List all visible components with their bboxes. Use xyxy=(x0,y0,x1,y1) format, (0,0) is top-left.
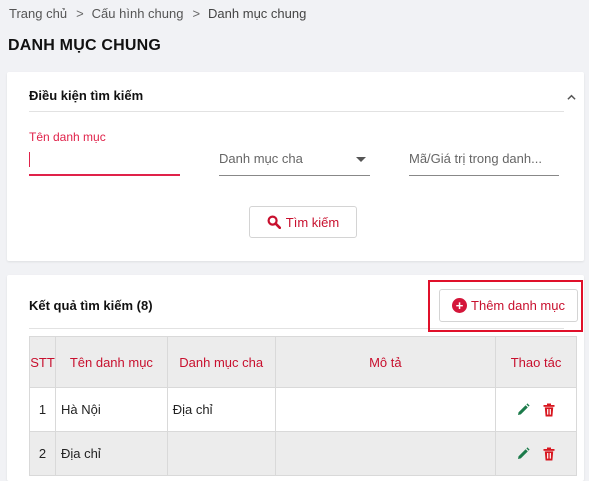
breadcrumb-separator: > xyxy=(76,6,84,21)
plus-circle-icon: + xyxy=(452,298,468,313)
row-actions xyxy=(495,387,577,432)
breadcrumb-separator: > xyxy=(192,6,201,21)
chevron-up-icon[interactable] xyxy=(567,93,576,102)
row-name: Hà Nội xyxy=(54,387,168,432)
breadcrumb-config[interactable]: Cấu hình chung xyxy=(92,6,184,21)
code-value-placeholder: Mã/Giá trị trong danh... xyxy=(409,151,542,166)
code-value-input[interactable]: Mã/Giá trị trong danh... xyxy=(409,148,559,176)
text-cursor xyxy=(29,152,30,167)
search-panel: Điều kiện tìm kiếm Tên danh mục Danh mục… xyxy=(7,72,584,261)
trash-icon[interactable] xyxy=(541,446,557,462)
search-button[interactable]: Tìm kiếm xyxy=(249,206,357,238)
category-name-label: Tên danh mục xyxy=(29,130,106,144)
category-name-input[interactable] xyxy=(29,148,180,176)
breadcrumb-current: Danh mục chung xyxy=(208,6,307,21)
breadcrumb: Trang chủ > Cấu hình chung > Danh mục chung xyxy=(9,6,306,21)
row-stt: 1 xyxy=(29,387,56,432)
column-header-description: Mô tả xyxy=(274,336,497,388)
column-header-name: Tên danh mục xyxy=(54,336,168,388)
row-name: Địa chỉ xyxy=(54,431,168,476)
add-category-label: Thêm danh mục xyxy=(471,298,565,313)
results-title: Kết quả tìm kiếm (8) xyxy=(29,298,153,313)
table-row: 2 Địa chỉ xyxy=(29,431,577,476)
breadcrumb-home[interactable]: Trang chủ xyxy=(9,6,67,21)
search-icon xyxy=(267,215,281,229)
pencil-icon[interactable] xyxy=(515,402,531,418)
column-header-stt: STT xyxy=(29,336,56,388)
results-panel: Kết quả tìm kiếm (8) + Thêm danh mục STT… xyxy=(7,275,584,481)
row-actions xyxy=(495,431,577,476)
divider xyxy=(29,111,564,112)
search-section-title: Điều kiện tìm kiếm xyxy=(29,88,144,103)
trash-icon[interactable] xyxy=(541,402,557,418)
parent-category-select[interactable]: Danh mục cha xyxy=(219,148,370,176)
row-parent xyxy=(166,431,276,476)
search-button-label: Tìm kiếm xyxy=(285,214,340,230)
row-description xyxy=(274,387,497,432)
table-row: 1 Hà Nội Địa chỉ xyxy=(29,387,577,432)
column-header-parent: Danh mục cha xyxy=(166,336,276,388)
pencil-icon[interactable] xyxy=(515,446,531,462)
column-header-actions: Thao tác xyxy=(495,336,577,388)
row-stt: 2 xyxy=(29,431,56,476)
parent-category-placeholder: Danh mục cha xyxy=(219,151,303,166)
add-category-button[interactable]: + Thêm danh mục xyxy=(439,289,578,322)
table-header-row: STT Tên danh mục Danh mục cha Mô tả Thao… xyxy=(29,336,577,388)
page-title: DANH MỤC CHUNG xyxy=(8,37,162,54)
row-description xyxy=(274,431,497,476)
row-parent: Địa chỉ xyxy=(166,387,276,432)
results-table: STT Tên danh mục Danh mục cha Mô tả Thao… xyxy=(29,336,577,476)
caret-down-icon xyxy=(356,157,366,162)
